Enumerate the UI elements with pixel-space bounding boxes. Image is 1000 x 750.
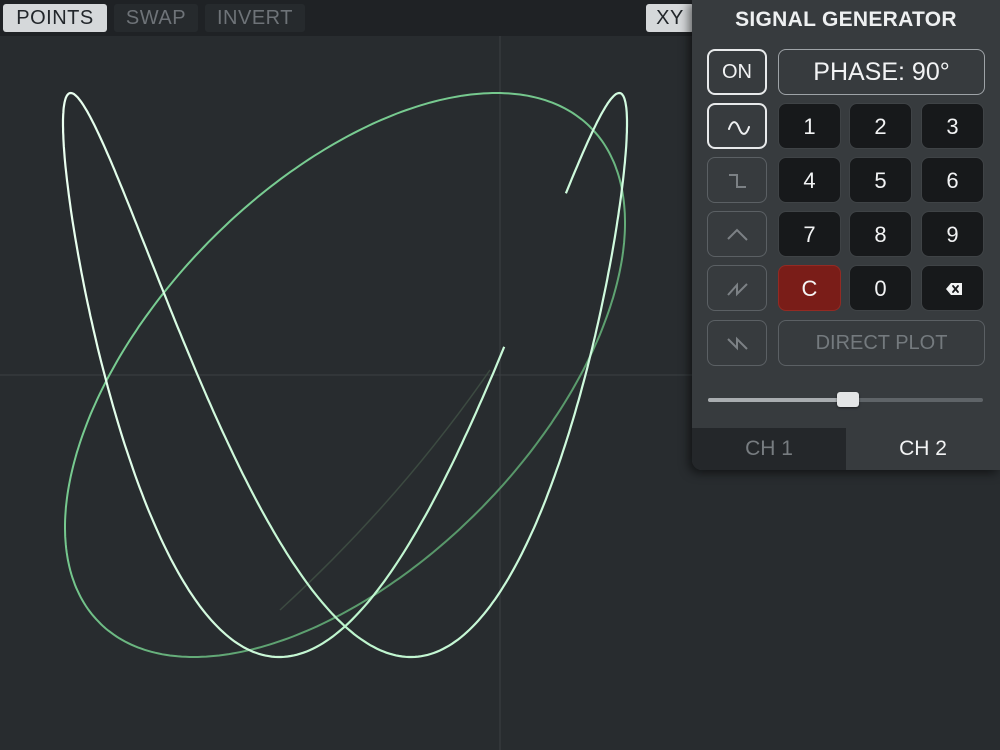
faint-diagonal-trace [279,369,491,611]
invert-button[interactable]: INVERT [205,4,305,32]
signal-generator-panel: SIGNAL GENERATOR ON PHASE: 90° 1 2 3 4 5… [692,0,1000,470]
clear-button[interactable]: C [778,265,841,311]
keypad-4[interactable]: 4 [778,157,841,203]
slider-fill [708,398,848,402]
square-wave-button[interactable] [707,157,767,203]
sine-wave-icon [728,121,750,135]
keypad-5[interactable]: 5 [849,157,912,203]
backspace-button[interactable] [921,265,984,311]
sawtooth-wave-icon [727,282,748,297]
keypad-3[interactable]: 3 [921,103,984,149]
points-button[interactable]: POINTS [3,4,107,32]
reverse-sawtooth-wave-button[interactable] [707,320,767,366]
reverse-sawtooth-wave-icon [727,336,748,351]
keypad-0[interactable]: 0 [849,265,912,311]
sine-wave-button[interactable] [707,103,767,149]
keypad-1[interactable]: 1 [778,103,841,149]
tab-ch1[interactable]: CH 1 [692,428,846,470]
keypad-6[interactable]: 6 [921,157,984,203]
on-toggle-button[interactable]: ON [707,49,767,95]
swap-button[interactable]: SWAP [114,4,198,32]
triangle-wave-icon [727,228,748,241]
sawtooth-wave-button[interactable] [707,265,767,311]
panel-title: SIGNAL GENERATOR [735,8,957,31]
tab-ch2[interactable]: CH 2 [846,428,1000,470]
slider-thumb[interactable] [837,392,859,407]
oscilloscope-app: POINTS SWAP INVERT XY SIGNAL GENERATOR O… [0,0,1000,750]
keypad-9[interactable]: 9 [921,211,984,257]
direct-plot-button[interactable]: DIRECT PLOT [778,320,985,366]
triangle-wave-button[interactable] [707,211,767,257]
xy-mode-button[interactable]: XY [646,4,694,32]
backspace-icon [946,283,962,295]
keypad-2[interactable]: 2 [849,103,912,149]
keypad-8[interactable]: 8 [849,211,912,257]
square-wave-icon [729,174,746,188]
phase-display[interactable]: PHASE: 90° [778,49,985,95]
amplitude-slider[interactable] [708,392,983,407]
keypad-7[interactable]: 7 [778,211,841,257]
